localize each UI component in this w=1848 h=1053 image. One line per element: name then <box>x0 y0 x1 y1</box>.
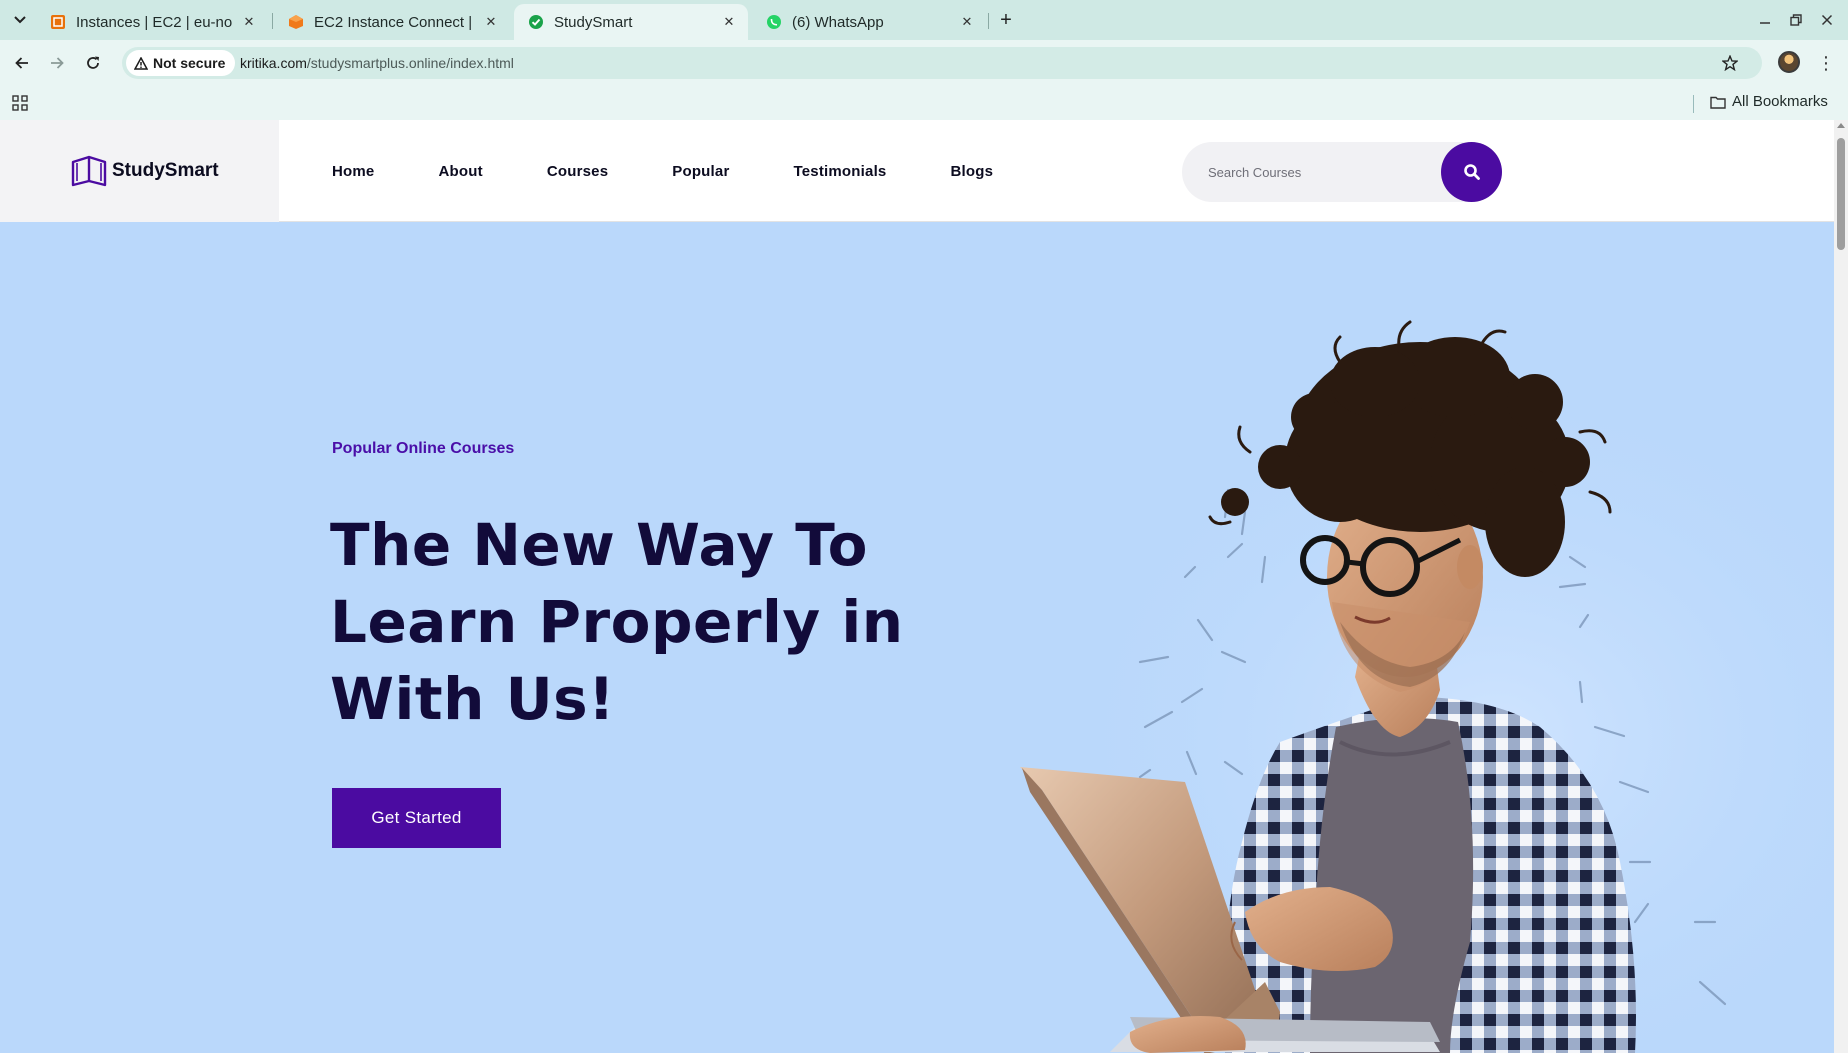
nav-about[interactable]: About <box>438 163 482 180</box>
minimize-button[interactable] <box>1753 8 1777 32</box>
page-viewport: StudySmart Home About Courses Popular Te… <box>0 120 1834 1053</box>
aws-ec2-icon <box>51 15 65 29</box>
apps-grid-icon[interactable] <box>12 95 28 111</box>
nav-courses[interactable]: Courses <box>547 163 608 180</box>
browser-menu-button[interactable]: ⋮ <box>1816 51 1836 75</box>
whatsapp-icon <box>767 15 781 29</box>
nav-testimonials[interactable]: Testimonials <box>794 163 887 180</box>
tab-divider <box>988 13 989 29</box>
main-nav: Home About Courses Popular Testimonials … <box>332 120 1057 222</box>
tab-strip: Instances | EC2 | eu-north-1 ✕ EC2 Insta… <box>0 0 1848 40</box>
scroll-up-arrow[interactable] <box>1837 123 1845 128</box>
hero-headline: The New Way To Learn Properly in With Us… <box>330 511 904 733</box>
chevron-down-icon <box>14 16 26 24</box>
browser-toolbar: Not secure kritika.com/studysmartplus.on… <box>0 40 1848 86</box>
hero-eyebrow: Popular Online Courses <box>332 440 515 457</box>
security-label: Not secure <box>153 55 226 71</box>
plus-icon: + <box>1000 8 1012 31</box>
restore-icon <box>1790 14 1802 26</box>
nav-popular[interactable]: Popular <box>672 163 729 180</box>
tab-ec2-instances[interactable]: Instances | EC2 | eu-north-1 ✕ <box>36 4 268 40</box>
warning-icon <box>134 56 148 70</box>
url-text[interactable]: kritika.com/studysmartplus.online/index.… <box>240 55 514 71</box>
tab-ec2-connect[interactable]: EC2 Instance Connect | eu-north-1 ✕ <box>274 4 510 40</box>
get-started-button[interactable]: Get Started <box>332 788 501 848</box>
close-tab-icon[interactable]: ✕ <box>240 13 258 31</box>
reload-icon <box>87 56 99 69</box>
tab-title: Instances | EC2 | eu-north-1 <box>76 13 232 31</box>
check-circle-icon <box>529 15 543 29</box>
brand-logo[interactable]: StudySmart <box>0 120 279 222</box>
search-icon <box>1463 164 1480 180</box>
search-input[interactable] <box>1208 160 1428 184</box>
tab-whatsapp[interactable]: (6) WhatsApp ✕ <box>752 4 986 40</box>
more-vertical-icon: ⋮ <box>1817 52 1835 73</box>
scroll-thumb[interactable] <box>1837 138 1845 250</box>
close-tab-icon[interactable]: ✕ <box>482 13 500 31</box>
tab-studysmart[interactable]: StudySmart ✕ <box>514 4 748 40</box>
close-tab-icon[interactable]: ✕ <box>720 13 738 31</box>
search-button[interactable] <box>1441 142 1502 202</box>
arrow-right-icon <box>51 57 64 69</box>
tab-divider <box>272 13 273 29</box>
tab-title: StudySmart <box>554 13 633 31</box>
nav-home[interactable]: Home <box>332 163 374 180</box>
profile-avatar[interactable] <box>1778 51 1800 73</box>
arrow-left-icon <box>15 57 28 69</box>
restore-button[interactable] <box>1784 8 1808 32</box>
open-book-icon <box>71 155 107 187</box>
star-icon <box>1722 55 1738 71</box>
tab-search-button[interactable] <box>8 8 32 32</box>
back-button[interactable] <box>9 50 35 76</box>
nav-blogs[interactable]: Blogs <box>950 163 993 180</box>
bookmark-star-button[interactable] <box>1720 53 1740 73</box>
bookmarks-divider <box>1693 95 1694 113</box>
all-bookmarks-label: All Bookmarks <box>1732 93 1828 110</box>
new-tab-button[interactable]: + <box>994 8 1018 32</box>
brand-name: StudySmart <box>112 160 219 181</box>
course-search <box>1182 142 1502 202</box>
url-path: /studysmartplus.online/index.html <box>306 55 514 71</box>
tab-title: EC2 Instance Connect | eu-north-1 <box>314 13 474 31</box>
site-header: StudySmart Home About Courses Popular Te… <box>0 120 1834 222</box>
tab-title: (6) WhatsApp <box>792 13 884 31</box>
hero-student-illustration <box>990 320 1834 1053</box>
page-scrollbar[interactable] <box>1834 120 1848 1053</box>
reload-button[interactable] <box>80 50 106 76</box>
forward-button[interactable] <box>44 50 70 76</box>
close-window-button[interactable] <box>1815 8 1839 32</box>
minimize-icon <box>1760 22 1770 24</box>
site-info-chip[interactable]: Not secure <box>126 50 236 76</box>
close-tab-icon[interactable]: ✕ <box>958 13 976 31</box>
bookmarks-bar: All Bookmarks <box>0 86 1848 120</box>
all-bookmarks-button[interactable]: All Bookmarks <box>1710 93 1828 110</box>
address-bar[interactable]: Not secure kritika.com/studysmartplus.on… <box>122 47 1762 79</box>
aws-cube-icon <box>289 15 303 29</box>
url-host: kritika.com <box>240 55 307 71</box>
close-icon <box>1821 14 1833 26</box>
folder-icon <box>1710 96 1726 109</box>
